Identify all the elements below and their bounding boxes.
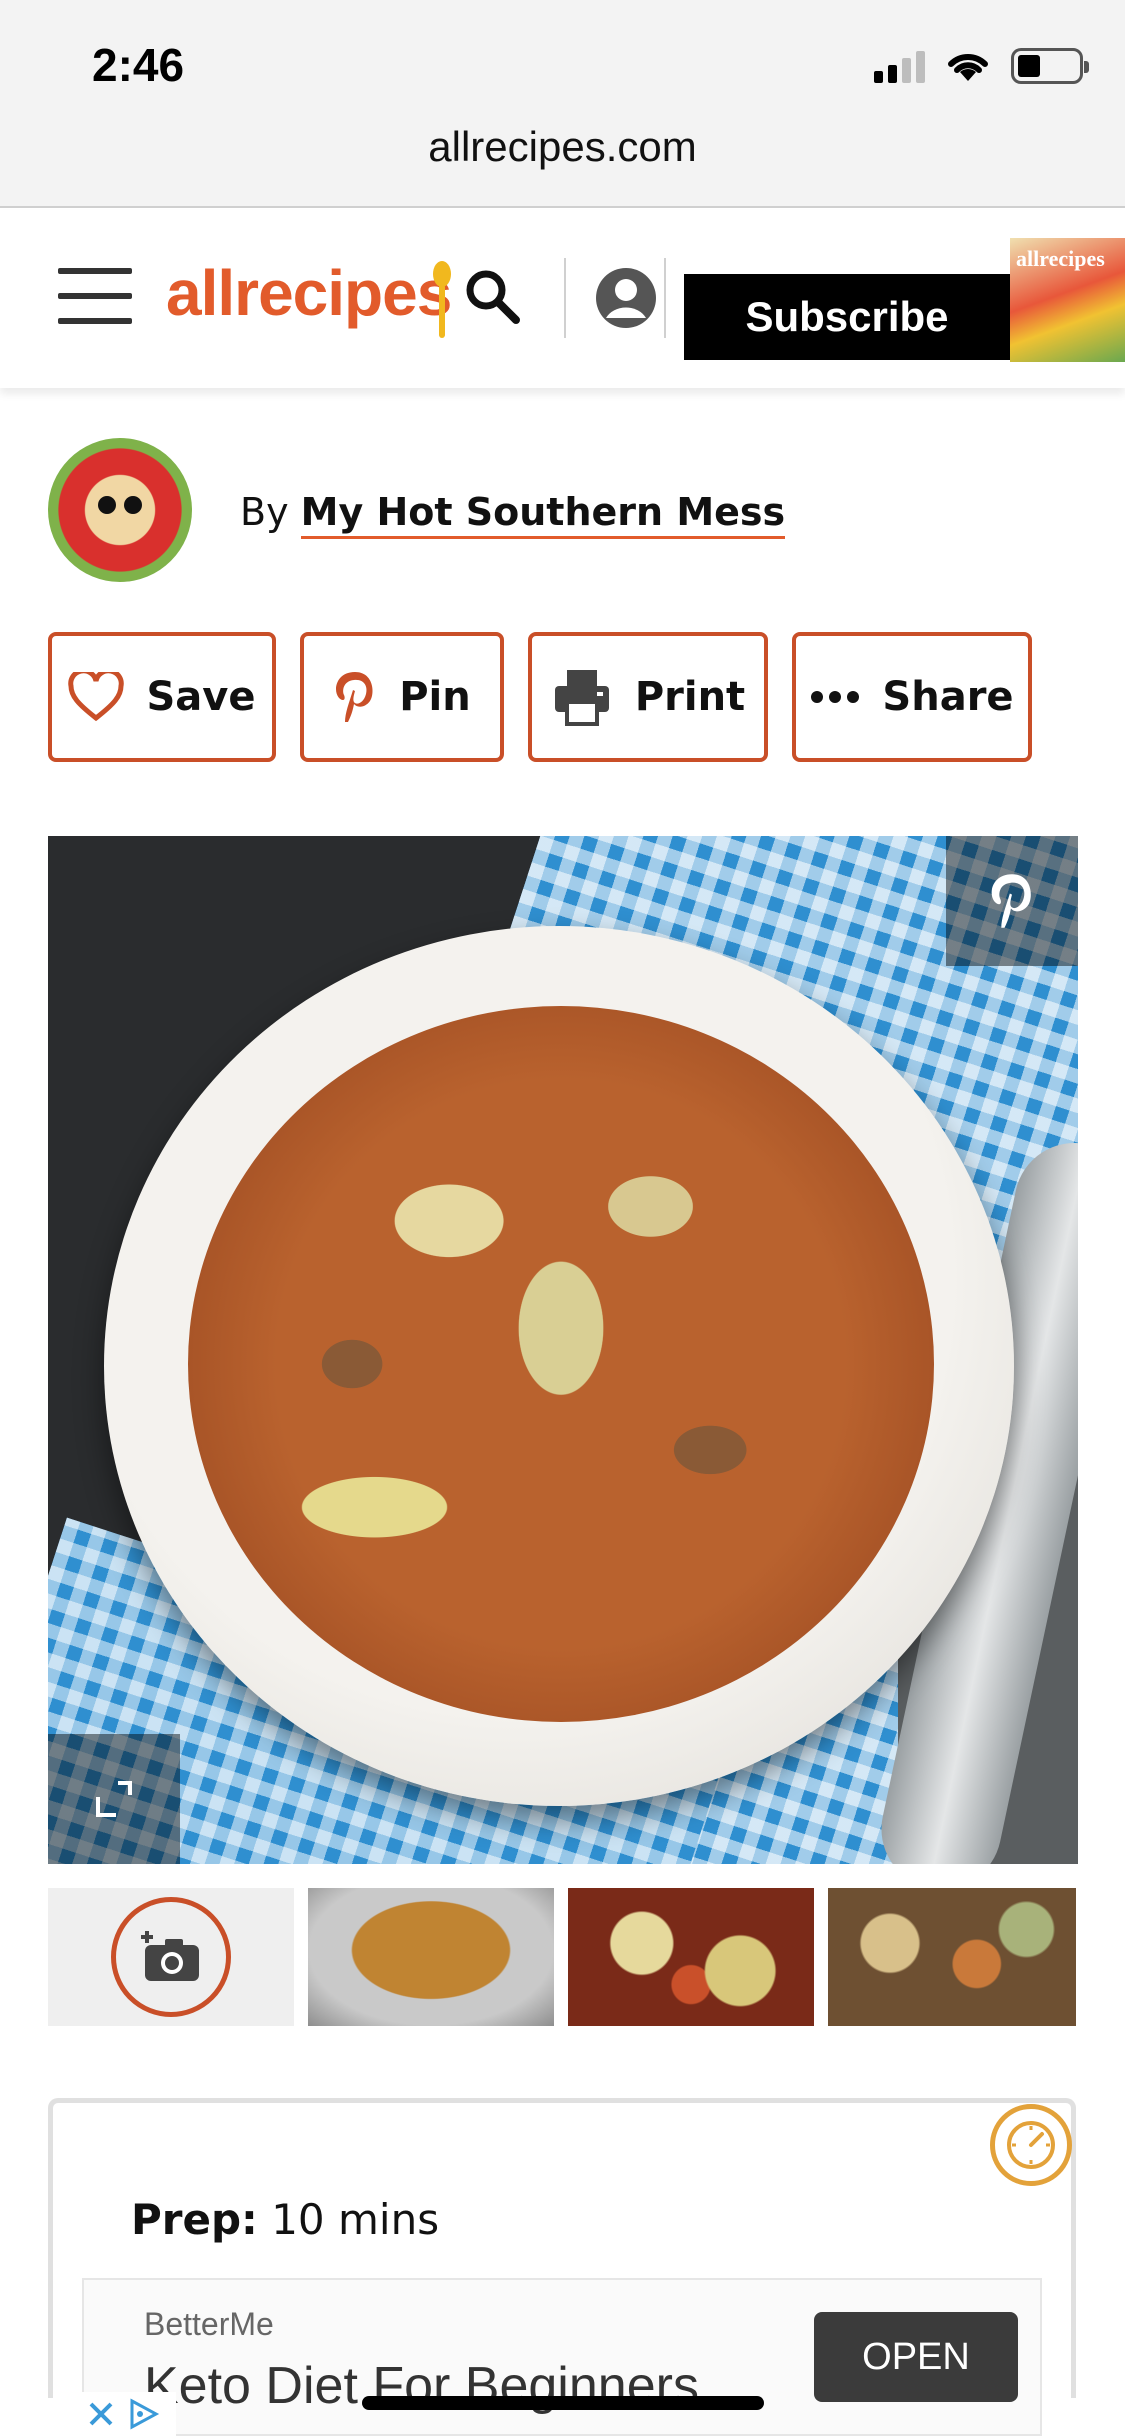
photo-thumbnail[interactable] <box>828 1888 1076 2026</box>
printer-icon <box>554 670 609 726</box>
site-logo[interactable]: allrecipes <box>166 256 452 330</box>
subscribe-button[interactable]: Subscribe <box>684 274 1010 360</box>
ad-choices-icon[interactable] <box>126 2397 160 2431</box>
save-label: Save <box>146 674 256 720</box>
print-label: Print <box>634 674 746 720</box>
magazine-cover[interactable]: allrecipes <box>1010 238 1125 362</box>
author-prefix: By <box>240 490 289 534</box>
soup <box>188 1006 934 1722</box>
prep-label: Prep: <box>131 2195 258 2244</box>
prep-time: Prep: 10 mins <box>131 2195 439 2244</box>
signal-icon <box>874 49 925 83</box>
expand-icon <box>96 1781 132 1817</box>
logo-spoon-icon <box>433 261 451 338</box>
heart-icon <box>68 672 125 722</box>
battery-icon <box>1011 48 1089 84</box>
add-photo-button[interactable] <box>48 1888 294 2026</box>
ad-close-icon[interactable] <box>86 2399 116 2429</box>
author-name-link[interactable]: My Hot Southern Mess <box>300 490 786 539</box>
add-photo-icon <box>141 1931 199 1981</box>
pin-button[interactable]: Pin <box>300 632 504 762</box>
photo-pin-button[interactable] <box>946 836 1078 966</box>
ad-open-button[interactable]: OPEN <box>814 2312 1018 2402</box>
timer-icon[interactable] <box>990 2104 1072 2186</box>
author-byline: By My Hot Southern Mess <box>240 490 786 539</box>
more-icon <box>811 691 860 703</box>
status-time: 2:46 <box>92 39 185 91</box>
wifi-icon <box>948 53 988 81</box>
recipe-photo[interactable] <box>48 836 1078 1864</box>
print-button[interactable]: Print <box>528 632 768 762</box>
pinterest-icon <box>991 874 1031 928</box>
author-avatar[interactable] <box>48 438 192 582</box>
home-indicator[interactable] <box>362 2396 764 2410</box>
magazine-title: allrecipes <box>1016 246 1105 271</box>
url-bar[interactable]: allrecipes.com <box>0 120 1125 208</box>
search-icon[interactable] <box>462 266 522 326</box>
status-bar: 2:46 <box>0 0 1125 120</box>
pin-label: Pin <box>399 674 471 720</box>
prep-value: 10 mins <box>271 2195 440 2244</box>
photo-thumbnail[interactable] <box>308 1888 554 2026</box>
account-icon[interactable] <box>594 266 658 330</box>
photo-thumbnail[interactable] <box>568 1888 814 2026</box>
hamburger-icon[interactable] <box>58 268 132 324</box>
ad-banner[interactable]: BetterMe Keto Diet For Beginners OPEN <box>82 2278 1042 2436</box>
status-icons <box>874 48 1089 84</box>
url-text[interactable]: allrecipes.com <box>428 120 696 174</box>
share-button[interactable]: Share <box>792 632 1032 762</box>
pinterest-icon <box>336 672 373 722</box>
header-divider <box>664 258 666 338</box>
ad-brand: BetterMe <box>144 2306 274 2342</box>
expand-photo-button[interactable] <box>48 1734 180 1864</box>
share-label: Share <box>882 674 1014 720</box>
save-button[interactable]: Save <box>48 632 276 762</box>
header-divider <box>564 258 566 338</box>
ad-choices[interactable] <box>82 2392 176 2436</box>
site-header: allrecipes Subscribe allrecipes <box>0 210 1125 388</box>
